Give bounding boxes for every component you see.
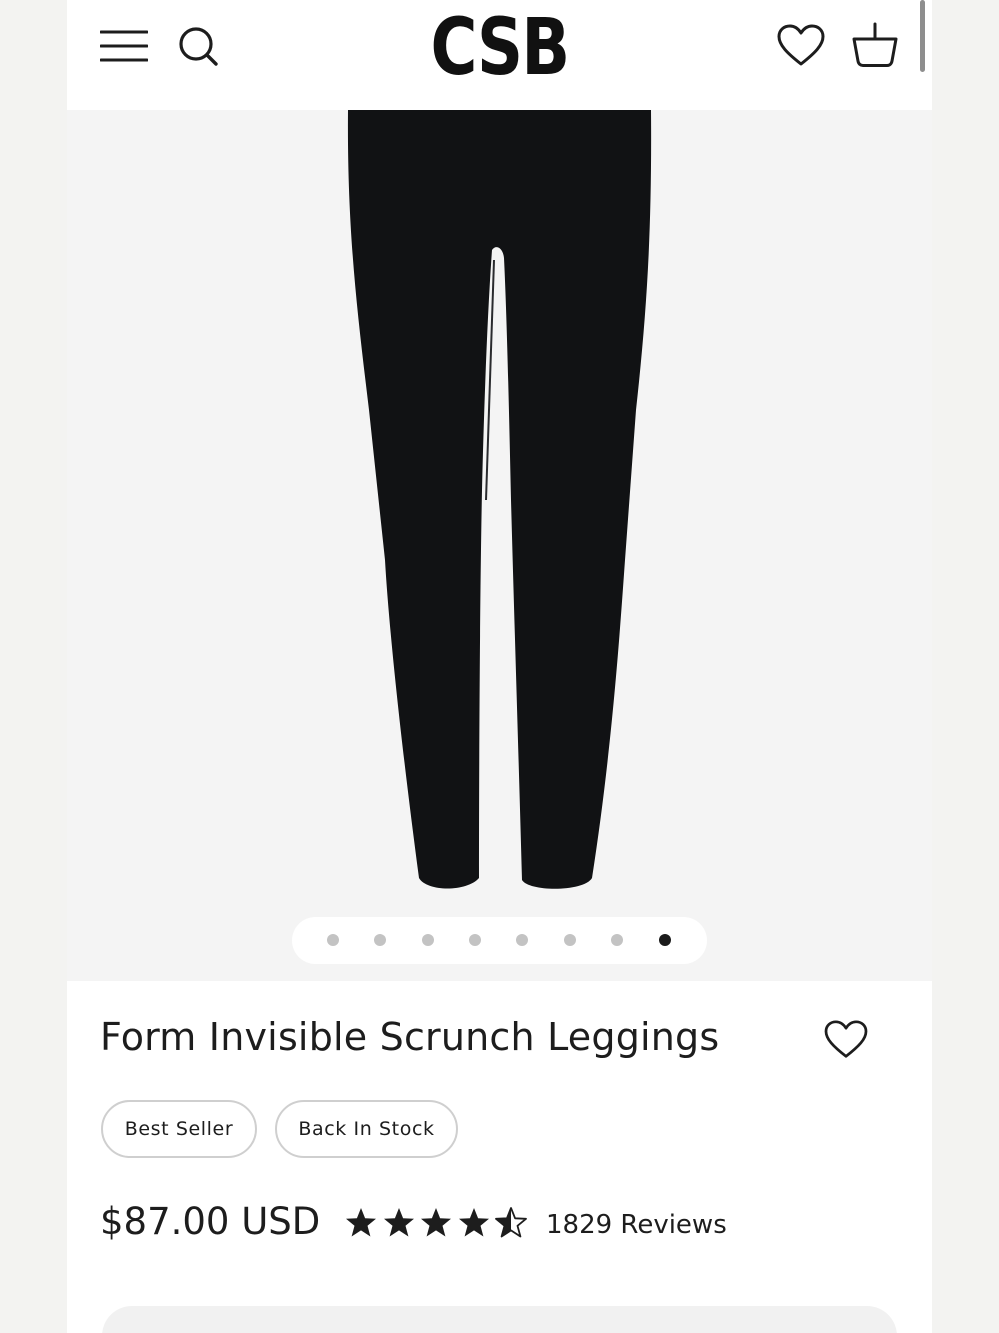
star-icon bbox=[421, 1208, 451, 1237]
menu-icon[interactable] bbox=[99, 28, 149, 64]
gallery-dot-8[interactable] bbox=[659, 934, 671, 946]
star-icon bbox=[384, 1208, 414, 1237]
gallery-dot-6[interactable] bbox=[564, 934, 576, 946]
gallery-dot-1[interactable] bbox=[327, 934, 339, 946]
gallery-dot-7[interactable] bbox=[611, 934, 623, 946]
product-image-gallery[interactable] bbox=[67, 110, 932, 981]
reviews-link[interactable]: 1829 Reviews bbox=[546, 1210, 727, 1240]
product-title: Form Invisible Scrunch Leggings bbox=[100, 1015, 720, 1059]
product-price: $87.00 USD bbox=[100, 1200, 321, 1243]
star-icon bbox=[459, 1208, 489, 1237]
gallery-pagination bbox=[292, 917, 707, 964]
product-page: CSB Form Invisible Scrunch Leggings Best… bbox=[67, 0, 932, 1333]
leggings-image bbox=[347, 110, 652, 889]
star-rating[interactable] bbox=[344, 1205, 529, 1245]
gallery-dot-2[interactable] bbox=[374, 934, 386, 946]
star-icon bbox=[346, 1208, 376, 1237]
size-selector-panel[interactable] bbox=[102, 1306, 897, 1333]
badge-best-seller: Best Seller bbox=[101, 1100, 257, 1158]
brand-logo[interactable]: CSB bbox=[145, 2, 854, 94]
gallery-dot-4[interactable] bbox=[469, 934, 481, 946]
badge-back-in-stock: Back In Stock bbox=[275, 1100, 458, 1158]
site-header: CSB bbox=[67, 0, 932, 110]
scrollbar[interactable] bbox=[920, 0, 925, 72]
basket-icon[interactable] bbox=[851, 22, 899, 68]
wishlist-heart-icon[interactable] bbox=[777, 24, 825, 68]
add-to-wishlist-heart-icon[interactable] bbox=[824, 1020, 868, 1060]
gallery-dot-3[interactable] bbox=[422, 934, 434, 946]
gallery-dot-5[interactable] bbox=[516, 934, 528, 946]
